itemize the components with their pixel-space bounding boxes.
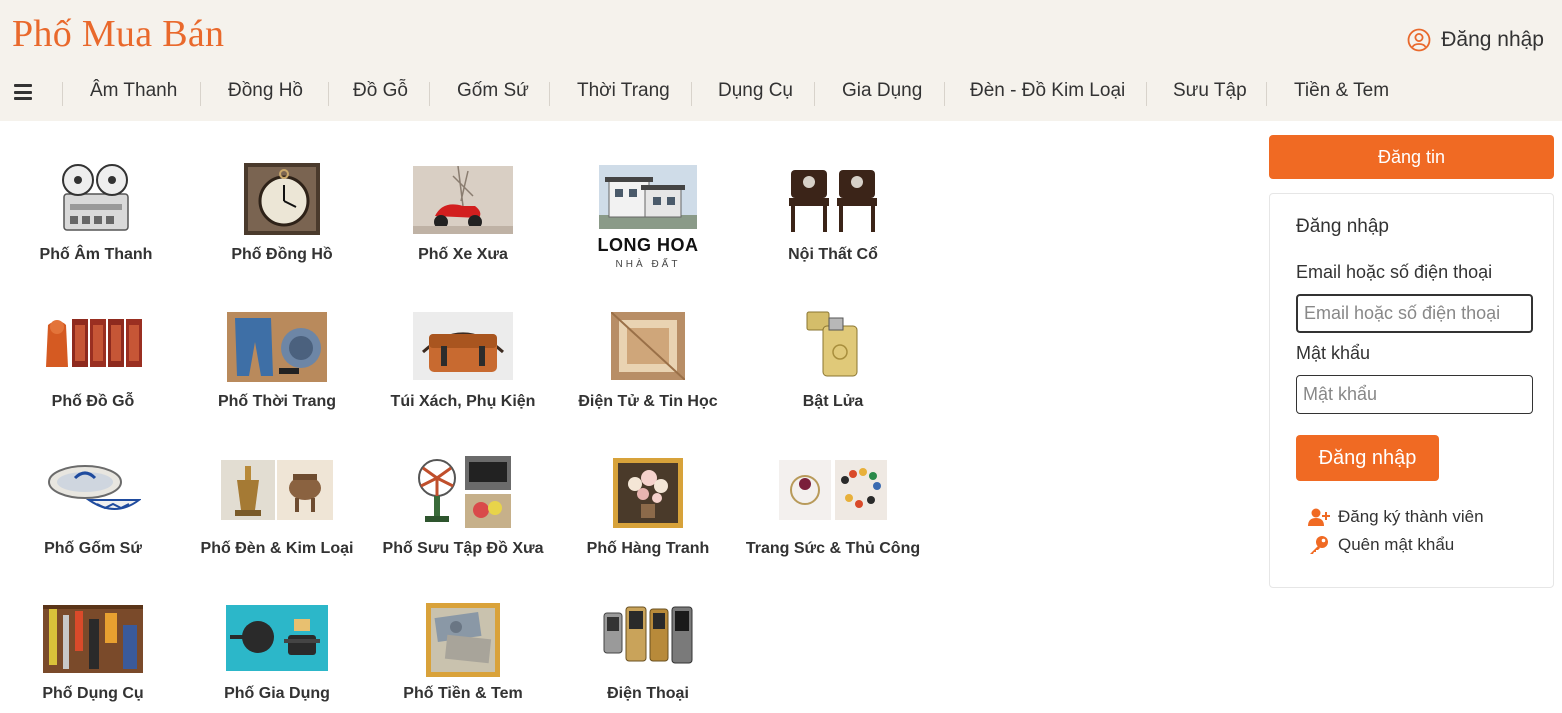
nav-separator [814, 82, 815, 106]
register-label: Đăng ký thành viên [1338, 507, 1484, 526]
category-tile[interactable]: Phố Âm Thanh [1, 160, 191, 263]
nav-item-do-go[interactable]: Đồ Gỗ [353, 80, 408, 102]
nav-separator [944, 82, 945, 106]
leather-bag-image [413, 312, 513, 380]
category-label: Phố Đèn & Kim Loại [200, 540, 354, 557]
clothes-image [227, 312, 327, 382]
nav-item-am-thanh[interactable]: Âm Thanh [90, 80, 177, 102]
long-hoa-logo-text: LONG HOA [597, 235, 699, 255]
category-label: Phố Đồng Hồ [231, 246, 333, 263]
long-hoa-house-image [599, 165, 697, 229]
antique-chairs-image [789, 170, 877, 232]
brass-lamp-image [221, 460, 333, 520]
key-icon [1310, 536, 1328, 554]
category-tile[interactable]: LONG HOA NHÀ ĐẤT [553, 165, 743, 270]
category-label: Phố Hàng Tranh [586, 540, 710, 557]
lighter-image [806, 311, 858, 377]
flower-painting-image [613, 458, 683, 528]
site-logo[interactable]: Phố Mua Bán [12, 12, 224, 56]
header-login-label: Đăng nhập [1441, 28, 1544, 51]
category-label: Phố Âm Thanh [39, 246, 153, 263]
nav-item-suu-tap[interactable]: Sưu Tập [1173, 80, 1247, 102]
register-link[interactable]: Đăng ký thành viên [1308, 507, 1484, 527]
category-label: Túi Xách, Phụ Kiện [390, 393, 536, 410]
email-label: Email hoặc số điện thoại [1296, 262, 1493, 282]
category-tile[interactable]: Phố Thời Trang [182, 312, 372, 410]
category-tile[interactable]: Điện Tử & Tin Học [553, 312, 743, 410]
nav-item-dong-ho[interactable]: Đồng Hồ [228, 80, 303, 102]
frame-image [611, 312, 685, 380]
category-label: Điện Thoại [607, 685, 689, 702]
category-label: Phố Dụng Cụ [42, 685, 144, 702]
wood-carving-image [46, 319, 142, 367]
category-label: Phố Gia Dụng [224, 685, 330, 702]
nav-separator [62, 82, 63, 106]
password-field[interactable] [1296, 375, 1533, 414]
category-label: Phố Gốm Sứ [44, 540, 142, 557]
category-tile[interactable]: Phố Tiền & Tem [368, 603, 558, 702]
login-panel-title: Đăng nhập [1296, 216, 1389, 237]
user-circle-icon [1407, 28, 1431, 52]
vintage-scooter-image [413, 166, 513, 234]
category-tile[interactable]: Bật Lửa [738, 308, 928, 410]
nav-item-gom-su[interactable]: Gốm Sứ [457, 80, 529, 102]
nav-item-thoi-trang[interactable]: Thời Trang [577, 80, 670, 102]
category-tile[interactable]: Phố Đồng Hồ [187, 163, 377, 263]
jewelry-image [779, 460, 887, 520]
category-tile[interactable]: Phố Dụng Cụ [0, 605, 188, 702]
category-label: Phố Sưu Tập Đồ Xưa [382, 540, 544, 557]
category-label: Phố Xe Xưa [418, 246, 508, 263]
nav-item-tien-tem[interactable]: Tiền & Tem [1294, 80, 1389, 102]
category-tile[interactable]: Phố Gốm Sứ [0, 460, 188, 557]
category-label: Trang Sức & Thủ Công [745, 540, 921, 557]
category-tile[interactable]: Phố Xe Xưa [368, 166, 558, 263]
category-tile[interactable]: Phố Đồ Gỗ [0, 315, 188, 410]
forgot-label: Quên mật khẩu [1338, 535, 1455, 554]
category-label: Nội Thất Cổ [788, 246, 878, 263]
nav-separator [1146, 82, 1147, 106]
vintage-fan-image [418, 456, 511, 528]
nav-separator [328, 82, 329, 106]
tools-image [43, 605, 143, 673]
category-label: Điện Tử & Tin Học [578, 393, 718, 410]
header-login-link[interactable]: Đăng nhập [1407, 28, 1544, 52]
login-submit-button[interactable]: Đăng nhập [1296, 435, 1439, 481]
post-listing-button[interactable]: Đăng tin [1269, 135, 1554, 179]
category-label: Phố Đồ Gỗ [51, 393, 135, 410]
nav-separator [1266, 82, 1267, 106]
ceramic-bowl-image [48, 465, 141, 510]
category-label: Bật Lửa [802, 393, 864, 410]
category-tile[interactable]: Phố Đèn & Kim Loại [182, 460, 372, 557]
nav-item-dung-cu[interactable]: Dụng Cụ [718, 80, 793, 102]
tape-recorder-image [62, 164, 129, 231]
category-label: Phố Tiền & Tem [403, 685, 523, 702]
login-panel: Đăng nhập Email hoặc số điện thoại Mật k… [1269, 193, 1554, 588]
category-label: Phố Thời Trang [217, 393, 337, 410]
nav-item-gia-dung[interactable]: Gia Dụng [842, 80, 922, 102]
category-tile[interactable]: Trang Sức & Thủ Công [738, 460, 928, 557]
menu-hamburger-icon[interactable] [14, 84, 32, 100]
user-plus-icon [1308, 508, 1330, 526]
category-tile[interactable]: Phố Hàng Tranh [553, 458, 743, 557]
category-tile[interactable]: Điện Thoại [553, 605, 743, 702]
nav-separator [691, 82, 692, 106]
nav-separator [200, 82, 201, 106]
category-tile[interactable]: Phố Sưu Tập Đồ Xưa [368, 456, 558, 557]
email-field[interactable] [1296, 294, 1533, 333]
pocket-watch-image [244, 163, 320, 235]
nav-item-den-do-kim-loai[interactable]: Đèn - Đồ Kim Loại [970, 80, 1125, 102]
mobile-phones-image [603, 606, 693, 664]
nav-separator [549, 82, 550, 106]
long-hoa-logo-subtext: NHÀ ĐẤT [615, 259, 681, 270]
cookware-image [226, 605, 328, 671]
category-nav: Âm Thanh Đồng Hồ Đồ Gỗ Gốm Sứ Thời Trang… [0, 72, 1562, 114]
forgot-password-link[interactable]: Quên mật khẩu [1308, 535, 1454, 555]
header: Phố Mua Bán Đăng nhập Âm Thanh Đồng Hồ Đ… [0, 0, 1562, 121]
category-tile[interactable]: Phố Gia Dụng [182, 605, 372, 702]
nav-separator [429, 82, 430, 106]
banknotes-image [426, 603, 500, 677]
password-label: Mật khẩu [1296, 343, 1371, 363]
category-tile[interactable]: Túi Xách, Phụ Kiện [368, 312, 558, 410]
category-tile[interactable]: Nội Thất Cổ [738, 164, 928, 263]
